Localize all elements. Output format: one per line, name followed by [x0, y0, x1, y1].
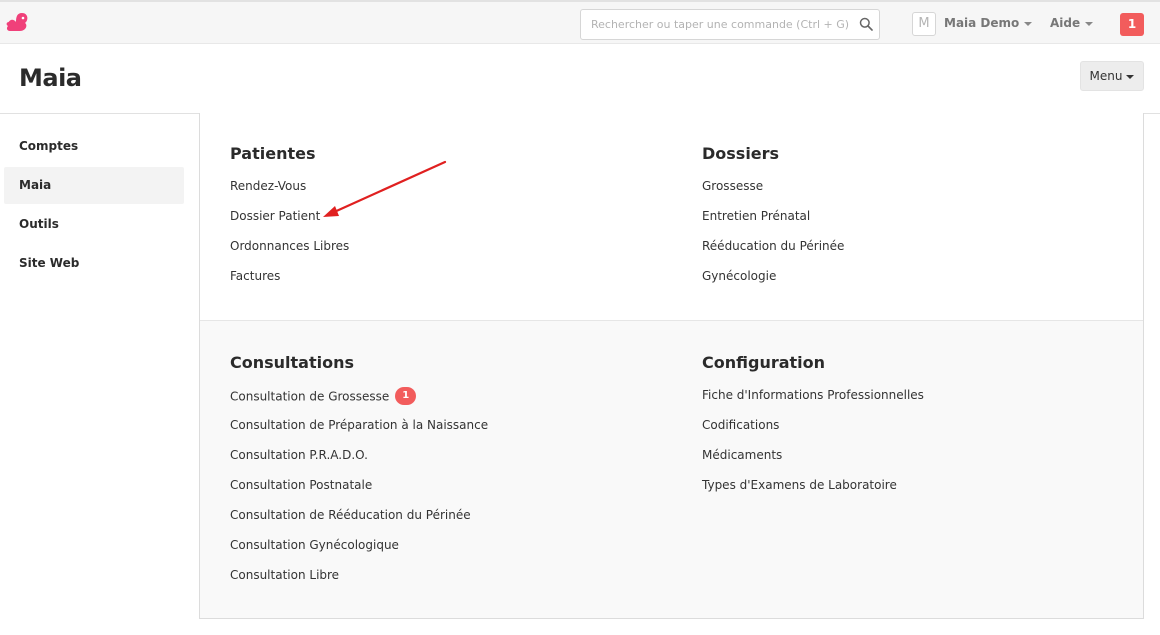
link-entretien-prenatal[interactable]: Entretien Prénatal [702, 209, 844, 239]
patientes-heading: Patientes [230, 144, 316, 163]
sidebar-item-site-web[interactable]: Site Web [4, 245, 184, 282]
dossiers-column: Dossiers Grossesse Entretien Prénatal Ré… [702, 144, 844, 299]
patientes-column: Patientes Rendez-Vous Dossier Patient Or… [230, 144, 349, 299]
page-title: Maia [19, 64, 82, 92]
link-label: Consultation de Grossesse [230, 389, 390, 404]
configuration-heading: Configuration [702, 353, 826, 372]
consultations-heading: Consultations [230, 353, 355, 372]
menu-button[interactable]: Menu [1080, 61, 1144, 91]
squirrel-icon[interactable] [4, 10, 30, 36]
configuration-column: Configuration Fiche d'Informations Profe… [702, 353, 924, 508]
link-grossesse[interactable]: Grossesse [702, 179, 844, 209]
link-consultation-postnatale[interactable]: Consultation Postnatale [230, 478, 488, 508]
link-codifications[interactable]: Codifications [702, 418, 924, 448]
bottom-section: Consultations Consultation de Grossesse 1… [200, 320, 1143, 618]
menu-button-label: Menu [1089, 69, 1123, 83]
top-navbar: M Maia Demo Aide 1 [0, 0, 1160, 44]
link-consultation-grossesse[interactable]: Consultation de Grossesse 1 [230, 387, 488, 418]
dossiers-heading: Dossiers [702, 144, 780, 163]
link-fiche-informations[interactable]: Fiche d'Informations Professionnelles [702, 388, 924, 418]
link-dossier-patient[interactable]: Dossier Patient [230, 209, 349, 239]
link-consultation-libre[interactable]: Consultation Libre [230, 568, 488, 598]
link-reeducation-perinee[interactable]: Rééducation du Périnée [702, 239, 844, 269]
link-consultation-prado[interactable]: Consultation P.R.A.D.O. [230, 448, 488, 478]
link-ordonnances-libres[interactable]: Ordonnances Libres [230, 239, 349, 269]
help-label: Aide [1050, 16, 1081, 30]
chevron-down-icon [1126, 74, 1135, 79]
command-search[interactable] [580, 9, 880, 40]
chevron-down-icon [1024, 21, 1033, 26]
top-section: Patientes Rendez-Vous Dossier Patient Or… [200, 113, 1143, 320]
user-menu[interactable]: Maia Demo [944, 16, 1033, 30]
help-menu[interactable]: Aide [1050, 16, 1094, 30]
link-medicaments[interactable]: Médicaments [702, 448, 924, 478]
consultations-column: Consultations Consultation de Grossesse 1… [230, 353, 488, 598]
link-consultation-reeducation-perinee[interactable]: Consultation de Rééducation du Périnée [230, 508, 488, 538]
user-name: Maia Demo [944, 16, 1020, 30]
link-consultation-gynecologique[interactable]: Consultation Gynécologique [230, 538, 488, 568]
app-menu-panel: Patientes Rendez-Vous Dossier Patient Or… [199, 113, 1144, 619]
search-icon[interactable] [859, 17, 873, 31]
avatar[interactable]: M [912, 12, 936, 36]
search-input[interactable] [591, 10, 851, 39]
sidebar-item-maia[interactable]: Maia [4, 167, 184, 204]
link-consultation-preparation-naissance[interactable]: Consultation de Préparation à la Naissan… [230, 418, 488, 448]
link-types-examens[interactable]: Types d'Examens de Laboratoire [702, 478, 924, 508]
link-rendez-vous[interactable]: Rendez-Vous [230, 179, 349, 209]
link-factures[interactable]: Factures [230, 269, 349, 299]
sidebar: Comptes Maia Outils Site Web [4, 128, 184, 284]
link-gynecologie[interactable]: Gynécologie [702, 269, 844, 299]
chevron-down-icon [1085, 21, 1094, 26]
notification-badge[interactable]: 1 [1120, 13, 1144, 36]
sidebar-item-comptes[interactable]: Comptes [4, 128, 184, 165]
count-badge: 1 [395, 387, 417, 405]
sidebar-item-outils[interactable]: Outils [4, 206, 184, 243]
